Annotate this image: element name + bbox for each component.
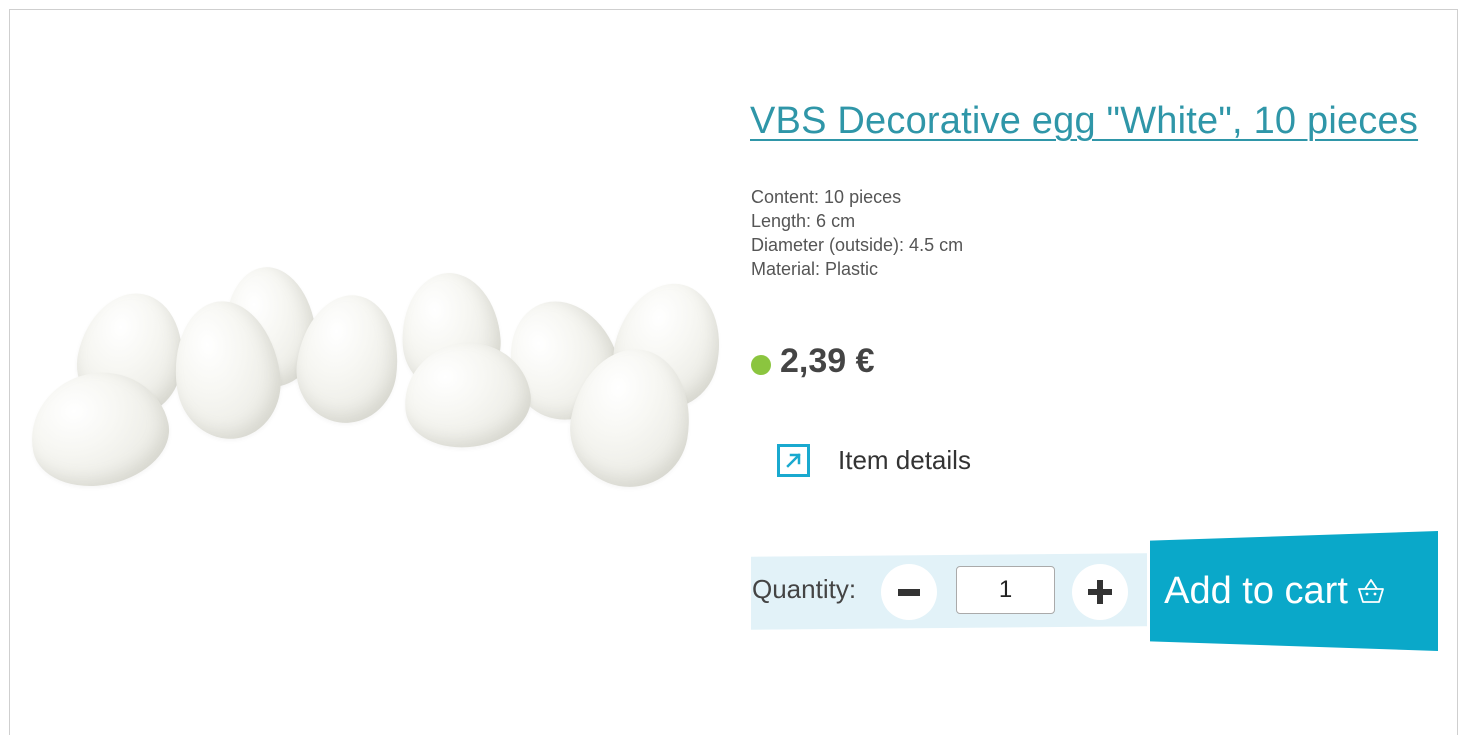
quantity-decrease-button[interactable] (881, 564, 937, 620)
minus-icon (898, 588, 920, 596)
product-image[interactable] (19, 255, 734, 505)
spec-diameter: Diameter (outside): 4.5 cm (751, 235, 964, 255)
quantity-increase-button[interactable] (1072, 564, 1128, 620)
plus-icon (1088, 580, 1112, 604)
product-specs: Content: 10 pieces Length: 6 cm Diameter… (751, 185, 963, 281)
quantity-input[interactable] (956, 566, 1055, 614)
add-to-cart-button[interactable]: Add to cart (1150, 531, 1438, 651)
basket-icon (1356, 577, 1386, 610)
add-to-cart-label: Add to cart (1164, 570, 1348, 612)
item-details-link[interactable]: Item details (777, 444, 971, 477)
spec-length: Length: 6 cm (751, 211, 856, 231)
spec-content: Content: 10 pieces (751, 187, 902, 207)
item-details-label: Item details (838, 445, 971, 475)
product-price: 2,39 € (780, 342, 875, 380)
product-title-link[interactable]: VBS Decorative egg "White", 10 pieces (750, 100, 1430, 143)
stock-status-dot (751, 354, 771, 375)
quantity-label: Quantity: (752, 574, 857, 604)
external-arrow-icon (777, 444, 810, 477)
spec-material: Material: Plastic (751, 259, 879, 279)
price-row: 2,39 € (751, 342, 875, 381)
